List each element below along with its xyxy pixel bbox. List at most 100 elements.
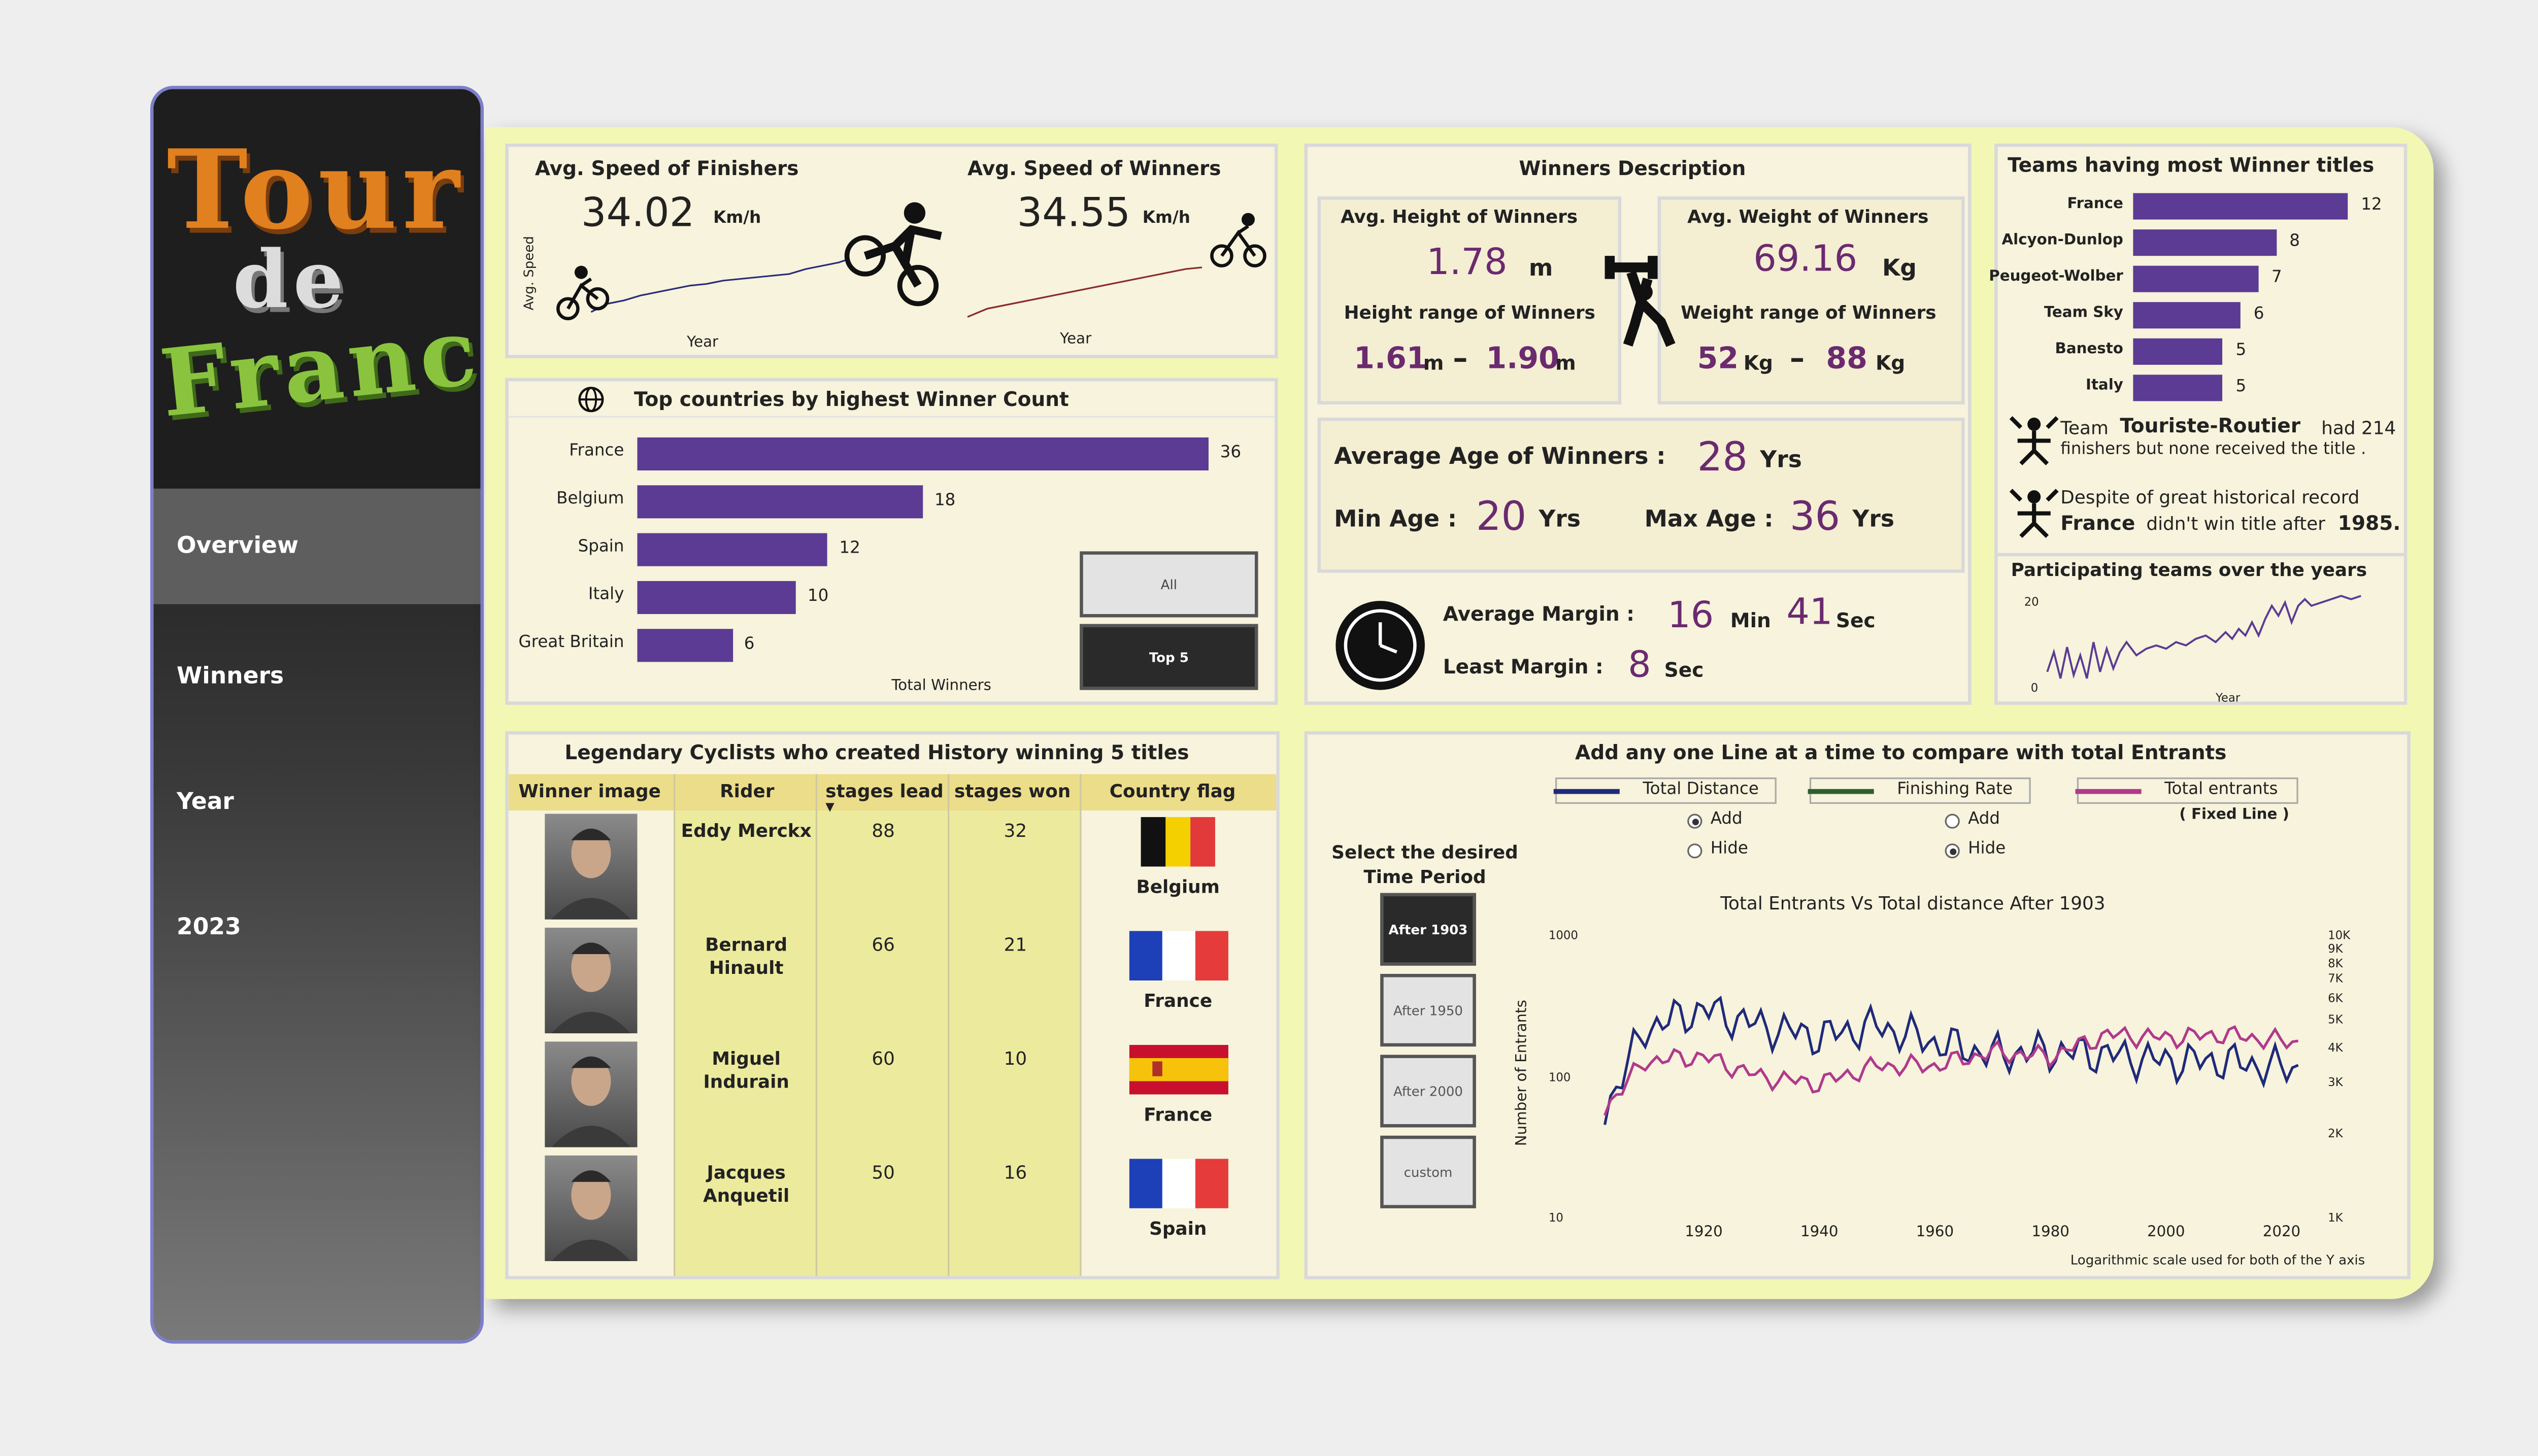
- country-value: 36: [1220, 444, 1242, 462]
- team-bar[interactable]: [2133, 229, 2277, 256]
- team-bar[interactable]: [2133, 193, 2348, 220]
- team-note1-detail: finishers but none received the title .: [2060, 441, 2366, 459]
- weightlifter-icon: [1605, 256, 1676, 347]
- table-row[interactable]: Jacques Anquetil 50 16 Spain: [509, 1152, 1276, 1266]
- country-bar[interactable]: [637, 485, 923, 519]
- table-row[interactable]: Bernard Hinault 66 21 France: [509, 924, 1276, 1038]
- winners-speed-line: [967, 266, 1203, 318]
- weight-min-unit: Kg: [1743, 351, 1773, 375]
- avg-age-value: 28: [1697, 434, 1748, 481]
- x-tick: 1980: [2031, 1225, 2069, 1241]
- country-name: Spain: [1149, 1218, 1207, 1240]
- country-bar[interactable]: [637, 533, 828, 566]
- country-label: Spain: [578, 538, 624, 557]
- finishers-speed-line: [590, 258, 849, 313]
- nav-item-overview[interactable]: Overview: [153, 488, 481, 604]
- left-y-tick: 1000: [1548, 929, 1578, 943]
- chart-footnote: Logarithmic scale used for both of the Y…: [2070, 1252, 2365, 1268]
- avg-margin-min-value: 16: [1667, 596, 1714, 637]
- country-value: 6: [744, 635, 755, 654]
- team-label: France: [2067, 196, 2123, 213]
- top-countries-panel: Top countries by highest Winner Count Fr…: [505, 378, 1278, 705]
- x-tick: 1920: [1685, 1225, 1723, 1241]
- rider-name: Jacques Anquetil: [703, 1162, 790, 1207]
- height-min-unit: m: [1423, 351, 1444, 375]
- avg-margin-min-unit: Min: [1730, 609, 1771, 632]
- col-header-winner-image[interactable]: Winner image: [518, 781, 661, 802]
- country-flag-image: [1141, 817, 1215, 867]
- avg-height-unit: m: [1528, 256, 1553, 283]
- team-bar[interactable]: [2133, 338, 2223, 365]
- compare-panel: Add any one Line at a time to compare wi…: [1304, 731, 2411, 1279]
- team-note1-team: Touriste-Routier: [2120, 414, 2300, 437]
- right-y-tick: 4K: [2328, 1041, 2343, 1055]
- team-bar[interactable]: [2133, 375, 2223, 401]
- right-y-tick: 2K: [2328, 1126, 2343, 1140]
- legends-rows: Eddy Merckx 88 32 Belgium Bernard Hinaul…: [509, 810, 1276, 1276]
- weight-range-dash: –: [1789, 342, 1805, 377]
- tired-cyclist-icon: [2009, 416, 2059, 465]
- team-bar[interactable]: [2133, 302, 2241, 329]
- total-entrants-line[interactable]: [1604, 1025, 2298, 1116]
- least-margin-sec-unit: Sec: [1664, 658, 1704, 682]
- col-header-stages-lead[interactable]: stages lead: [825, 781, 943, 802]
- country-name: France: [1144, 990, 1213, 1012]
- country-bar[interactable]: [637, 581, 796, 614]
- filter-top5-button[interactable]: Top 5: [1080, 624, 1258, 690]
- team-value: 5: [2235, 378, 2247, 396]
- team-note1-count: had 214: [2321, 417, 2396, 439]
- left-y-tick: 10: [1548, 1211, 1563, 1225]
- height-range-title: Height range of Winners: [1344, 302, 1595, 324]
- stopwatch-icon: [1335, 600, 1425, 690]
- stages-lead-value: 60: [872, 1048, 895, 1070]
- country-value: 12: [839, 539, 860, 558]
- right-y-tick: 10K: [2328, 929, 2351, 943]
- winner-photo: [545, 1041, 638, 1147]
- weight-range-title: Weight range of Winners: [1681, 302, 1936, 324]
- team-value: 12: [2361, 196, 2382, 215]
- x-tick: 1940: [1800, 1225, 1839, 1241]
- max-age-value: 36: [1789, 493, 1841, 540]
- team-label: Team Sky: [2044, 305, 2123, 322]
- avg-weight-unit: Kg: [1882, 256, 1917, 283]
- min-age-label: Min Age :: [1334, 506, 1457, 533]
- max-age-unit: Yrs: [1852, 506, 1894, 533]
- col-header-rider[interactable]: Rider: [720, 781, 774, 802]
- stages-lead-value: 66: [872, 934, 895, 956]
- table-row[interactable]: Miguel Indurain 60 10 France: [509, 1038, 1276, 1152]
- country-flag-image: [1129, 1044, 1228, 1095]
- team-value: 6: [2253, 305, 2264, 324]
- right-y-tick: 9K: [2328, 942, 2343, 956]
- country-name: France: [1144, 1104, 1213, 1126]
- country-bar[interactable]: [637, 629, 733, 662]
- stages-won-value: 32: [1004, 820, 1027, 842]
- x-tick: 2000: [2147, 1225, 2185, 1241]
- filter-all-button[interactable]: All: [1080, 551, 1258, 618]
- stages-won-value: 16: [1004, 1162, 1027, 1184]
- right-y-tick: 8K: [2328, 957, 2343, 970]
- team-value: 8: [2289, 232, 2300, 251]
- country-bar[interactable]: [637, 437, 1209, 470]
- countries-x-label: Total Winners: [891, 678, 991, 695]
- winners-description-panel: Winners Description Avg. Height of Winne…: [1304, 143, 1972, 705]
- team-bar[interactable]: [2133, 265, 2258, 292]
- team-label: Banesto: [2055, 342, 2123, 358]
- col-header-stages-won[interactable]: stages won: [954, 781, 1071, 802]
- avg-age-unit: Yrs: [1760, 447, 1802, 474]
- right-y-tick: 3K: [2328, 1077, 2343, 1091]
- country-flag-image: [1129, 931, 1228, 981]
- nav-item-2023[interactable]: 2023: [153, 895, 480, 961]
- right-y-tick: 1K: [2328, 1211, 2343, 1225]
- team-note2-line1: Despite of great historical record: [2060, 487, 2360, 509]
- height-max-value: 1.90: [1486, 342, 1559, 377]
- country-label: France: [569, 442, 624, 461]
- nav-item-winners[interactable]: Winners: [153, 644, 480, 710]
- winner-photo: [545, 927, 638, 1034]
- right-y-tick: 5K: [2328, 1014, 2343, 1028]
- avg-weight-value: 69.16: [1753, 239, 1858, 281]
- col-header-country-flag[interactable]: Country flag: [1110, 781, 1236, 802]
- avg-margin-sec-value: 41: [1786, 592, 1833, 634]
- team-value: 7: [2272, 269, 2282, 287]
- nav-item-year[interactable]: Year: [153, 769, 480, 835]
- table-row[interactable]: Eddy Merckx 88 32 Belgium: [509, 810, 1276, 924]
